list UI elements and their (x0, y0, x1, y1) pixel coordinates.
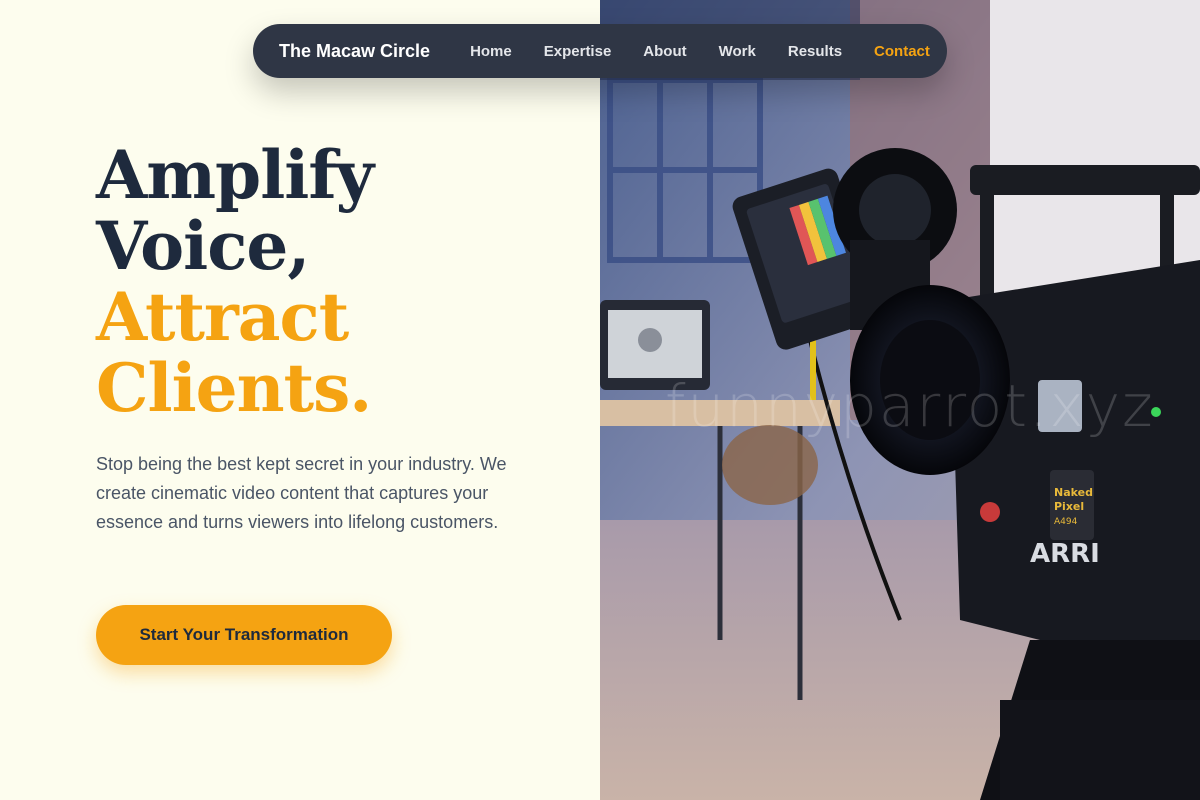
headline-line-2: Voice, (96, 207, 310, 285)
headline-line-1: Amplify (96, 136, 374, 214)
nav-link-expertise[interactable]: Expertise (544, 43, 612, 60)
nav-link-about[interactable]: About (643, 43, 686, 60)
hero-description: Stop being the best kept secret in your … (96, 454, 507, 532)
badge-text-3: A494 (1054, 517, 1078, 527)
headline-line-3: Attract (96, 278, 349, 356)
nav-link-results[interactable]: Results (788, 43, 842, 60)
badge-text-1: Naked (1054, 486, 1093, 499)
start-transformation-button[interactable]: Start Your Transformation (96, 605, 392, 665)
brand-logo[interactable]: The Macaw Circle (279, 41, 430, 62)
camera-brand-text: ARRI (1030, 539, 1100, 569)
badge-text-2: Pixel (1054, 500, 1084, 513)
nav-links: Home Expertise About Work Results Contac… (470, 43, 930, 60)
headline-line-4: Clients. (96, 349, 372, 427)
top-navbar: The Macaw Circle Home Expertise About Wo… (253, 24, 947, 78)
nav-link-contact[interactable]: Contact (874, 43, 930, 60)
nav-link-work[interactable]: Work (719, 43, 756, 60)
hero-headline: Amplify Voice, Attract Clients. (96, 136, 374, 427)
watermark: funnyparrot.xyz (665, 372, 1155, 440)
nav-link-home[interactable]: Home (470, 43, 512, 60)
